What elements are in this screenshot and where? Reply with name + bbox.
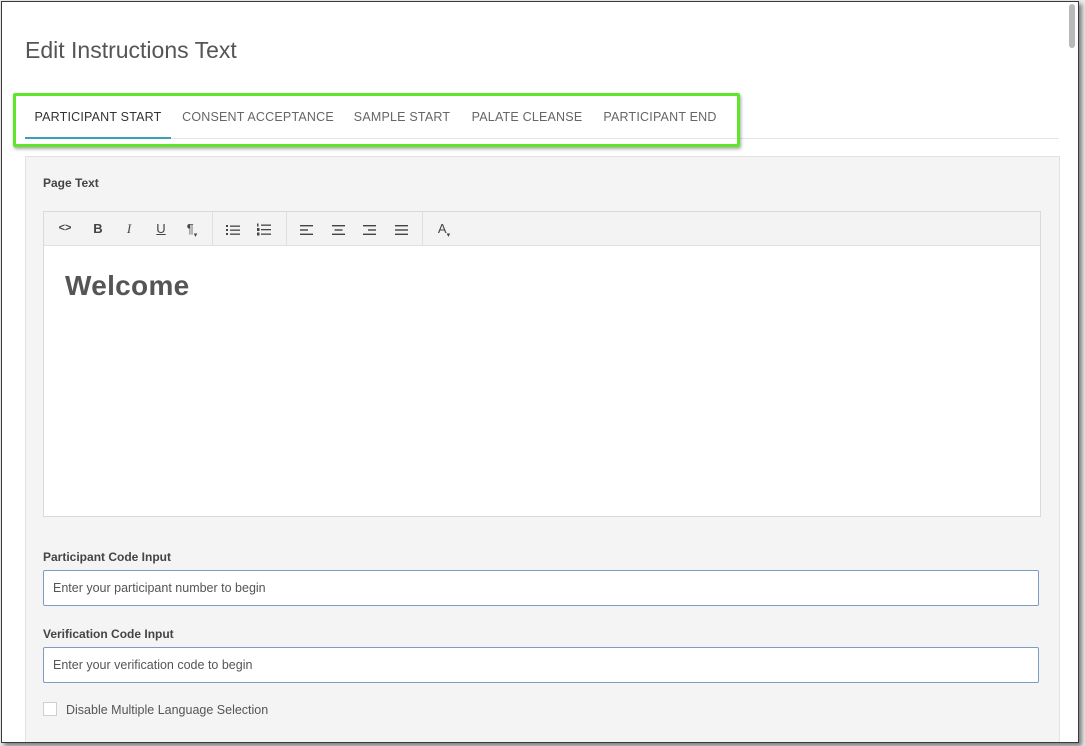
scrollbar[interactable] (1067, 4, 1075, 740)
tab-participant-start[interactable]: PARTICIPANT START (25, 99, 171, 139)
editor-toolbar: <> B I U ¶▾ A▾ (44, 212, 1040, 246)
tab-consent-acceptance[interactable]: CONSENT ACCEPTANCE (175, 99, 341, 137)
participant-code-label: Participant Code Input (43, 550, 172, 564)
page-text-label: Page Text (43, 176, 99, 190)
disable-language-label: Disable Multiple Language Selection (66, 703, 269, 717)
page-title: Edit Instructions Text (25, 37, 237, 63)
paragraph-icon[interactable]: ¶▾ (178, 212, 206, 245)
align-center-icon[interactable] (324, 212, 352, 245)
bullet-list-icon[interactable] (219, 212, 247, 245)
underline-icon[interactable]: U (147, 212, 175, 245)
font-color-icon[interactable]: A▾ (430, 212, 458, 245)
verification-code-input[interactable] (43, 647, 1039, 683)
align-justify-icon[interactable] (387, 212, 415, 245)
app-window: Edit Instructions Text PARTICIPANT START… (1, 1, 1079, 743)
editor-content[interactable]: Welcome (65, 270, 190, 302)
tab-sample-start[interactable]: SAMPLE START (344, 99, 460, 137)
paragraph-glyph: ¶ (186, 221, 194, 236)
align-right-icon[interactable] (355, 212, 383, 245)
dropdown-caret-icon: ▾ (446, 232, 451, 239)
italic-icon[interactable]: I (115, 212, 143, 245)
toolbar-separator (422, 212, 423, 245)
code-view-icon[interactable]: <> (51, 212, 79, 245)
rich-text-editor: <> B I U ¶▾ A▾ Welcome (43, 211, 1041, 517)
scrollbar-thumb[interactable] (1069, 4, 1075, 48)
font-color-glyph: A (437, 221, 447, 236)
tab-palate-cleanse[interactable]: PALATE CLEANSE (464, 99, 590, 137)
disable-language-checkbox[interactable] (43, 702, 57, 716)
bold-icon[interactable]: B (84, 212, 112, 245)
verification-code-label: Verification Code Input (43, 627, 174, 641)
toolbar-separator (286, 212, 287, 245)
numbered-list-icon[interactable] (250, 212, 278, 245)
align-left-icon[interactable] (292, 212, 320, 245)
tab-participant-end[interactable]: PARTICIPANT END (594, 99, 726, 137)
toolbar-separator (212, 212, 213, 245)
dropdown-caret-icon: ▾ (193, 232, 198, 239)
participant-code-input[interactable] (43, 570, 1039, 606)
